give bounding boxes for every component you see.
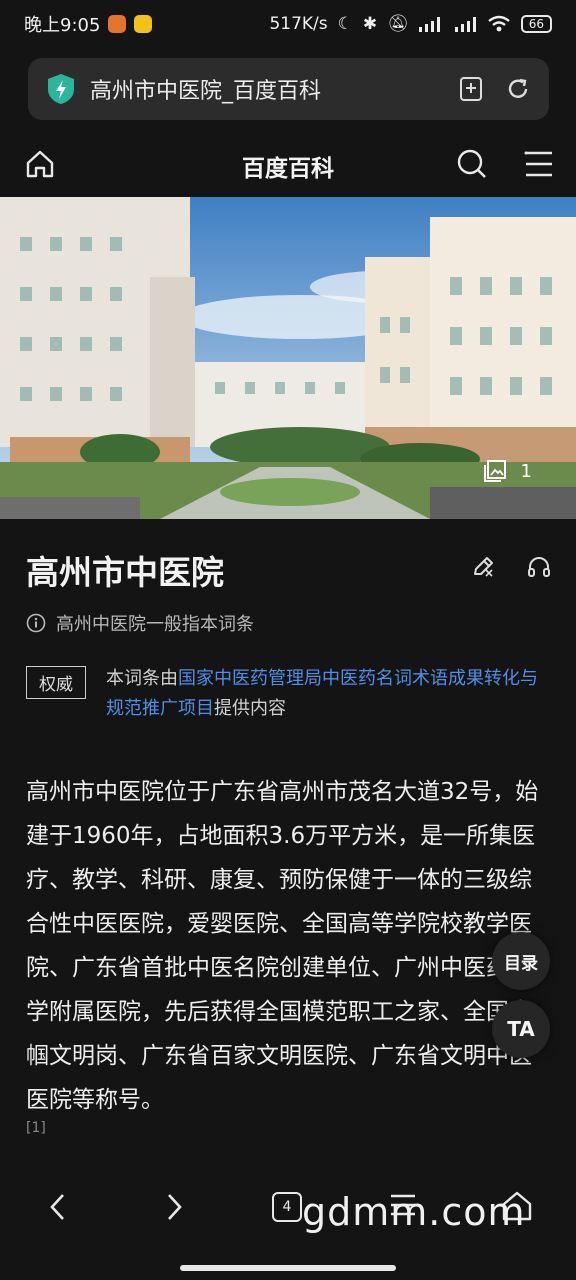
url-title[interactable]: 高州市中医院_百度百科: [90, 73, 321, 105]
signal-icon: [418, 17, 440, 32]
shield-icon: [48, 74, 74, 104]
refresh-icon[interactable]: [505, 76, 531, 102]
tabs-button[interactable]: 4: [272, 1192, 302, 1222]
authority-prefix: 本词条由: [106, 668, 178, 689]
moon-icon: ☾: [337, 14, 353, 34]
entry-summary: 高州市中医院位于广东省高州市茂名大道32号，始建于1960年，占地面积3.6万平…: [26, 779, 539, 1113]
notification-app-icon: [108, 15, 127, 33]
url-bar[interactable]: 高州市中医院_百度百科: [28, 58, 549, 120]
bookmark-add-icon[interactable]: [459, 76, 483, 102]
wifi-icon: [487, 15, 510, 32]
battery-indicator: 66: [520, 15, 552, 33]
bluetooth-icon: ✱: [362, 14, 378, 34]
home-icon: [26, 150, 54, 178]
menu-button[interactable]: [524, 150, 554, 182]
authority-badge: 权威: [26, 666, 86, 699]
status-bar: 晚上9:05 517K/s ☾ ✱ 🔕︎ 66: [0, 0, 576, 48]
status-time: 晚上9:05: [24, 15, 101, 36]
headphones-icon[interactable]: [526, 554, 552, 580]
disambiguation-text: 高州中医院一般指本词条: [56, 614, 254, 635]
forward-button[interactable]: [162, 1190, 186, 1228]
info-icon: [26, 613, 46, 633]
back-button[interactable]: [46, 1190, 70, 1228]
authority-text: 本词条由国家中医药管理局中医药名词术语成果转化与规范推广项目提供内容: [106, 664, 552, 724]
ta-label: TA: [507, 1017, 535, 1041]
toc-label: 目录: [504, 953, 538, 974]
toc-button[interactable]: 目录: [492, 932, 550, 990]
chevron-right-icon: [168, 1194, 182, 1220]
home-button[interactable]: [24, 148, 56, 184]
menu-icon: [524, 151, 552, 177]
notification-app-icon-2: [134, 15, 153, 33]
gesture-home-bar: [180, 1265, 396, 1271]
reference-marker[interactable]: [1]: [26, 1120, 46, 1136]
site-title[interactable]: 百度百科: [242, 149, 334, 183]
disambiguation-note[interactable]: 高州中医院一般指本词条: [26, 610, 254, 636]
gallery-icon: [483, 460, 506, 482]
entry-title: 高州市中医院: [26, 553, 224, 592]
image-gallery-count[interactable]: 1: [483, 459, 532, 483]
hero-image[interactable]: 1: [0, 197, 576, 519]
search-button[interactable]: [456, 148, 488, 184]
authority-suffix: 提供内容: [214, 698, 286, 719]
watermark-text: gdmm.com: [302, 1190, 526, 1234]
signal-icon-2: [454, 17, 476, 32]
tabs-count: 4: [282, 1199, 292, 1215]
page-header: 百度百科: [0, 136, 576, 196]
ta-button[interactable]: TA: [492, 1000, 550, 1058]
network-speed: 517K/s: [269, 14, 328, 34]
image-count: 1: [520, 460, 532, 482]
edit-icon[interactable]: [470, 554, 496, 580]
chevron-left-icon: [50, 1194, 64, 1220]
mute-icon: 🔕︎: [387, 14, 409, 34]
search-icon: [457, 149, 486, 178]
